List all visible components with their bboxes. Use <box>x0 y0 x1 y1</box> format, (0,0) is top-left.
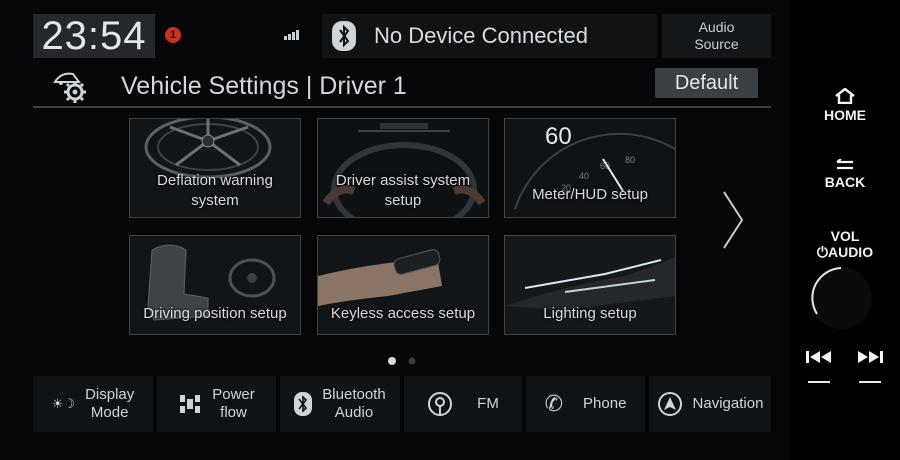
power-flow-button[interactable]: Power flow <box>157 376 276 432</box>
back-label: BACK <box>824 174 866 190</box>
clock-area: 23:54 <box>33 14 155 58</box>
navigation-icon <box>657 392 682 416</box>
tile-label-line1: Keyless access setup <box>330 305 476 322</box>
bluetooth-audio-button[interactable]: Bluetooth Audio <box>280 376 400 432</box>
status-bar: 23:54 1 No Device Connected Audio Source <box>33 14 771 62</box>
tile-label: Driver assist system setup <box>318 171 488 211</box>
tile-label: Keyless access setup <box>318 304 488 324</box>
tile-label-line1: Deflation warning <box>157 172 273 189</box>
page-indicator <box>388 357 416 365</box>
audio-label: AUDIO <box>827 244 874 260</box>
audio-source-label-2: Source <box>694 36 739 52</box>
navigation-label: Navigation <box>692 395 764 412</box>
infotainment-screen: 23:54 1 No Device Connected Audio Source <box>0 0 790 460</box>
page-dot <box>408 357 416 365</box>
notification-badge[interactable]: 1 <box>165 27 181 43</box>
tile-label-line2: system <box>191 192 239 209</box>
tile-label-line1: Lighting setup <box>543 305 637 322</box>
previous-track-button[interactable] <box>806 350 832 383</box>
tile-label-line2: setup <box>384 192 422 209</box>
power-flow-label: Power flow <box>212 386 255 421</box>
home-label: HOME <box>824 107 866 123</box>
tile-driving-position[interactable]: Driving position setup <box>129 235 301 335</box>
bluetooth-audio-label: Bluetooth Audio <box>322 386 386 421</box>
audio-source-label-1: Audio <box>698 19 735 35</box>
phone-button[interactable]: ✆ Phone <box>526 376 645 432</box>
home-hard-button[interactable]: HOME <box>800 87 890 123</box>
fm-radio-icon <box>428 392 453 416</box>
volume-knob[interactable] <box>807 264 875 332</box>
bluetooth-status-text: No Device Connected <box>374 23 589 48</box>
back-icon <box>836 158 853 170</box>
display-mode-label: Display Mode <box>85 386 135 421</box>
power-flow-icon <box>180 395 201 413</box>
svg-text:40: 40 <box>579 171 589 181</box>
tile-meter-hud[interactable]: 20 40 60 80 60 Meter/HUD setup <box>504 118 676 218</box>
tile-label: Lighting setup <box>505 304 675 324</box>
tile-label: Meter/HUD setup <box>505 185 675 205</box>
title-divider <box>33 106 771 108</box>
title-bar: Vehicle Settings | Driver 1 Default <box>33 66 771 108</box>
clock: 23:54 <box>41 13 147 58</box>
display-mode-button[interactable]: ☀☽ Display Mode <box>33 376 153 432</box>
tile-label-line1: Driving position setup <box>143 305 287 322</box>
fm-label: FM <box>477 395 499 412</box>
page-dot-active <box>388 357 396 365</box>
bluetooth-status-area[interactable]: No Device Connected <box>322 14 657 58</box>
back-hard-button[interactable]: BACK <box>800 158 890 190</box>
tile-keyless-access[interactable]: Keyless access setup <box>317 235 489 335</box>
vehicle-settings-icon <box>53 72 86 103</box>
svg-text:80: 80 <box>625 155 635 165</box>
phone-label: Phone <box>583 395 627 412</box>
vol-label: VOL <box>830 228 860 244</box>
audio-label-row: ⏻AUDIO <box>800 244 890 261</box>
tile-label-line1: Meter/HUD setup <box>532 186 648 203</box>
bottom-bar: ☀☽ Display Mode Power flow Bluetooth Audio <box>33 376 771 432</box>
default-button[interactable]: Default <box>655 68 758 98</box>
bluetooth-icon <box>294 392 313 416</box>
navigation-button[interactable]: Navigation <box>649 376 771 432</box>
tile-label-line1: Driver assist system <box>335 172 471 189</box>
connectivity-icon <box>284 30 299 40</box>
bluetooth-icon <box>332 21 356 51</box>
track-divider <box>808 381 830 383</box>
phone-icon: ✆ <box>544 391 564 416</box>
skip-forward-icon <box>858 351 883 363</box>
tile-lighting[interactable]: Lighting setup <box>504 235 676 335</box>
audio-source-button[interactable]: Audio Source <box>662 14 771 58</box>
hardware-panel: HOME BACK VOL ⏻AUDIO <box>800 0 900 460</box>
next-page-arrow-icon[interactable] <box>718 188 748 252</box>
track-divider <box>859 381 881 383</box>
tile-driver-assist[interactable]: Driver assist system setup <box>317 118 489 218</box>
power-icon: ⏻ <box>816 244 828 260</box>
fm-button[interactable]: FM <box>404 376 522 432</box>
meter-value: 60 <box>545 123 572 150</box>
tile-label: Deflation warning system <box>130 171 300 211</box>
skip-back-icon <box>806 351 831 363</box>
next-track-button[interactable] <box>857 350 883 383</box>
tile-deflation-warning[interactable]: Deflation warning system <box>129 118 301 218</box>
display-mode-icon: ☀☽ <box>51 396 76 411</box>
page-title: Vehicle Settings | Driver 1 <box>121 72 407 100</box>
home-icon <box>835 87 855 105</box>
volume-label-group: VOL ⏻AUDIO <box>800 228 890 261</box>
tile-label: Driving position setup <box>130 304 300 324</box>
